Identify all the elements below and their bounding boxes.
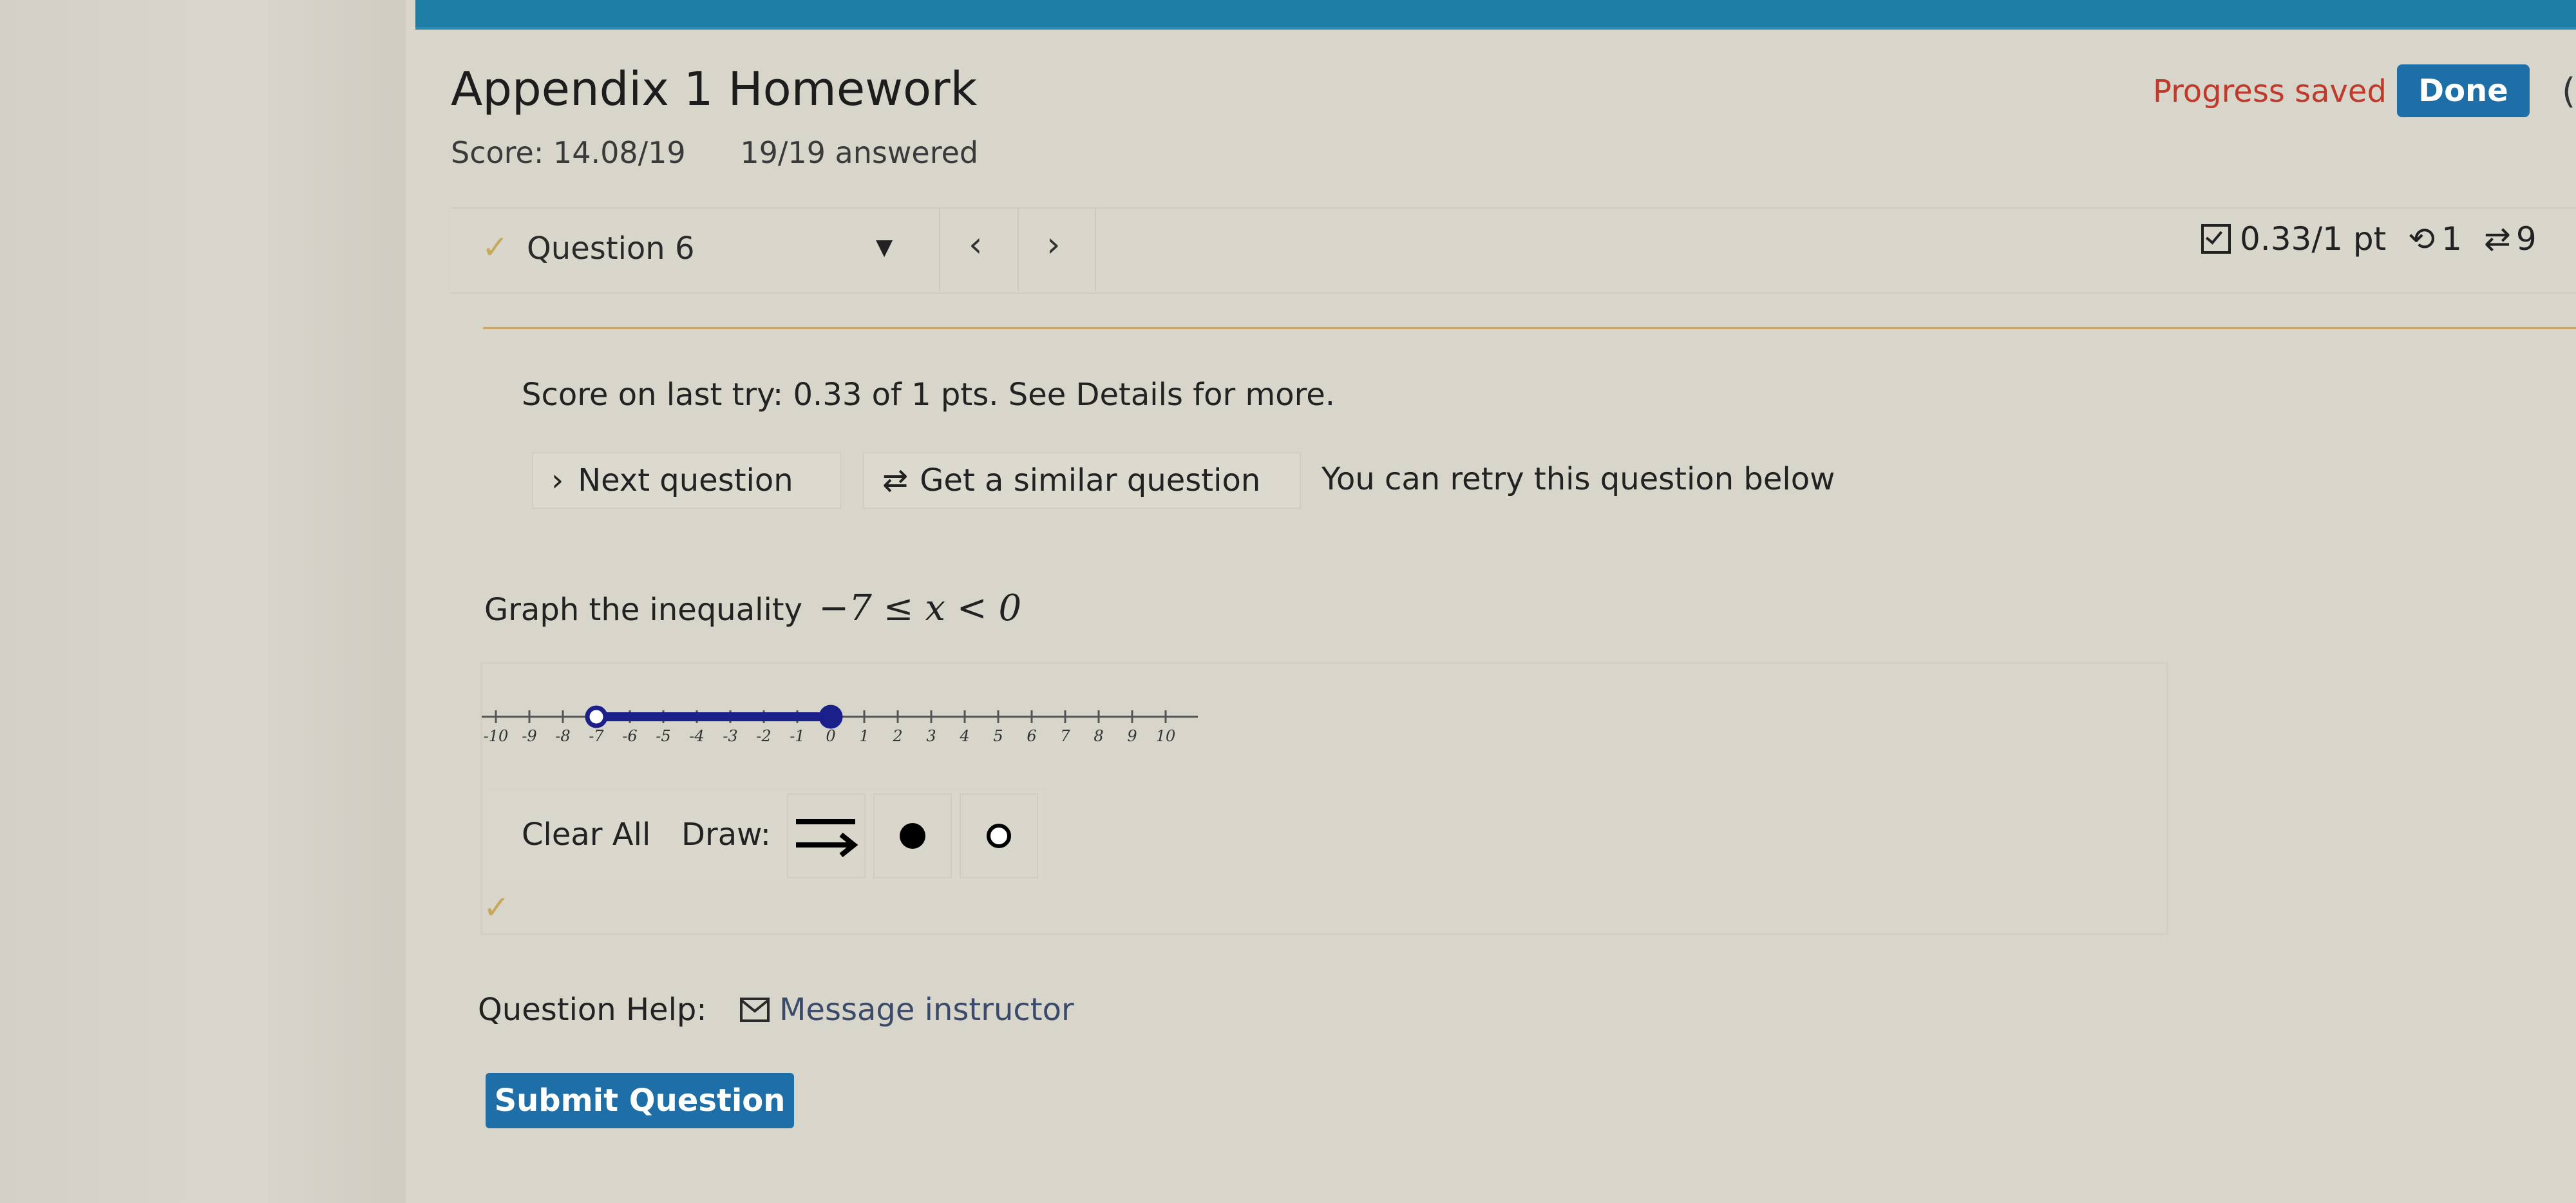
score-line: Score: 14.08/19 19/19 answered bbox=[451, 135, 1023, 170]
inequality-expression: −7 ≤ x < 0 bbox=[819, 587, 1022, 629]
answered-count: 19/19 answered bbox=[740, 135, 979, 170]
draw-label: Draw: bbox=[681, 817, 771, 853]
tick-label: -4 bbox=[689, 727, 704, 745]
similar-count: 9 bbox=[2515, 220, 2537, 258]
message-instructor-label: Message instructor bbox=[779, 992, 1074, 1028]
similar-question-label: Get a similar question bbox=[920, 462, 1261, 498]
closed-endpoint[interactable] bbox=[819, 705, 843, 729]
points-checkbox-icon bbox=[2201, 224, 2231, 254]
tick-label: 10 bbox=[1156, 727, 1176, 745]
divider bbox=[483, 327, 2576, 329]
ray-tool-icon bbox=[796, 819, 858, 858]
question-prompt: Graph the inequality −7 ≤ x < 0 bbox=[484, 587, 1021, 629]
chevron-down-icon[interactable]: ▼ bbox=[876, 234, 893, 260]
prompt-text: Graph the inequality bbox=[484, 592, 803, 628]
submit-question-button[interactable]: Submit Question bbox=[486, 1073, 794, 1128]
tick-label: -1 bbox=[790, 727, 804, 745]
clear-all-button[interactable]: Clear All bbox=[522, 817, 650, 853]
tick-label: -5 bbox=[656, 727, 670, 745]
score-value: Score: 14.08/19 bbox=[451, 135, 686, 170]
tick-label: 7 bbox=[1060, 727, 1070, 745]
retry-note: You can retry this question below bbox=[1321, 461, 1835, 497]
last-try-score: Score on last try: 0.33 of 1 pts. See De… bbox=[522, 377, 1336, 413]
open-endpoint[interactable] bbox=[585, 705, 608, 728]
chevron-right-icon: › bbox=[551, 462, 564, 498]
similar-question-button[interactable]: ⇄ Get a similar question bbox=[863, 452, 1301, 509]
tick-label: -8 bbox=[555, 727, 570, 745]
separator bbox=[939, 207, 940, 291]
line-ray-tool-button[interactable] bbox=[787, 793, 866, 878]
tick-label: -3 bbox=[723, 727, 737, 745]
progress-saved-status: Progress saved bbox=[2153, 73, 2387, 109]
tick-label: -6 bbox=[622, 727, 637, 745]
tick-label: 4 bbox=[959, 727, 969, 745]
similar-question-icon: ⇄ bbox=[882, 462, 909, 498]
left-gutter bbox=[0, 0, 406, 1203]
message-instructor-link[interactable]: Message instructor bbox=[739, 992, 1074, 1028]
tick-label: 2 bbox=[892, 727, 902, 745]
next-question-button[interactable]: › Next question bbox=[532, 452, 841, 509]
tick-label: 6 bbox=[1027, 727, 1036, 745]
tick-label: 3 bbox=[926, 727, 936, 745]
overflow-icon[interactable]: ( bbox=[2562, 71, 2575, 111]
tick-label: -7 bbox=[589, 727, 604, 745]
question-help-label: Question Help: bbox=[478, 992, 707, 1028]
next-question-arrow-button[interactable]: › bbox=[1046, 224, 1061, 265]
next-question-label: Next question bbox=[578, 462, 793, 498]
tick-label: -2 bbox=[756, 727, 771, 745]
tick-label: 8 bbox=[1094, 727, 1103, 745]
open-dot-icon bbox=[987, 824, 1011, 848]
separator bbox=[1018, 207, 1019, 291]
checkmark-icon: ✓ bbox=[483, 889, 510, 926]
previous-question-button[interactable]: ‹ bbox=[969, 224, 983, 265]
assignment-title: Appendix 1 Homework bbox=[451, 62, 978, 116]
top-bar bbox=[415, 0, 2576, 30]
checkmark-icon: ✓ bbox=[482, 229, 509, 266]
tick-label: -10 bbox=[484, 727, 509, 745]
number-line[interactable]: -10 -9 -8 -7 -6 -5 -4 -3 -2 -1 0 1 2 3 4 5 6 7 8 9 10 bbox=[477, 699, 1211, 776]
tick-label: 0 bbox=[826, 727, 835, 745]
question-points-group: 0.33/1 pt ⟲ 1 ⇄ 9 bbox=[2201, 220, 2537, 258]
done-button[interactable]: Done bbox=[2397, 64, 2530, 117]
mail-icon bbox=[740, 998, 770, 1022]
open-dot-tool-button[interactable] bbox=[960, 793, 1038, 878]
tick-label: 9 bbox=[1127, 727, 1137, 745]
question-points: 0.33/1 pt bbox=[2240, 220, 2387, 258]
tick-label: 1 bbox=[859, 727, 869, 745]
separator bbox=[1095, 207, 1096, 291]
retry-icon: ⟲ bbox=[2408, 220, 2436, 258]
closed-dot-icon bbox=[900, 823, 925, 849]
tick-label: 5 bbox=[993, 727, 1003, 745]
question-selector-label[interactable]: Question 6 bbox=[527, 231, 694, 267]
retry-count: 1 bbox=[2441, 220, 2462, 258]
tick-label: -9 bbox=[522, 727, 536, 745]
similar-question-icon: ⇄ bbox=[2483, 220, 2511, 258]
closed-dot-tool-button[interactable] bbox=[873, 793, 952, 878]
